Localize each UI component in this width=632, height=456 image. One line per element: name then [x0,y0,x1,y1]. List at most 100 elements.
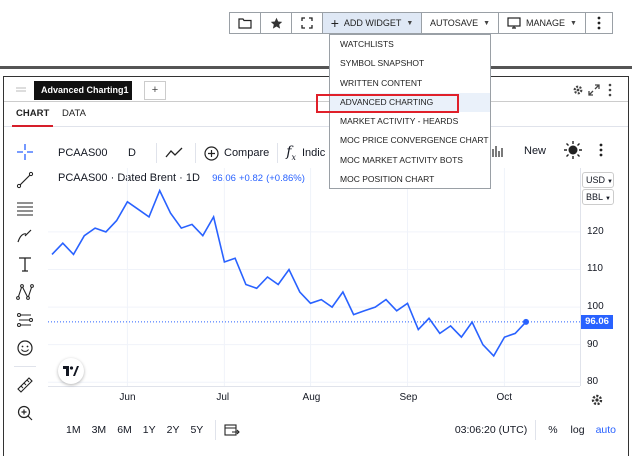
range-3m[interactable]: 3M [92,424,107,436]
plus-icon: + [330,15,339,31]
autosave-label: AUTOSAVE [429,18,479,28]
fullscreen-button[interactable] [291,12,323,34]
more-vertical-icon[interactable] [599,143,603,157]
toolbar-divider [277,143,279,163]
menu-item-written-content[interactable]: WRITTEN CONTENT [330,74,490,93]
bottom-bar: 1M 3M 6M 1Y 2Y 5Y 03:06:20 (UTC) % log a… [48,417,622,443]
menu-item-market-activity-heards[interactable]: MARKET ACTIVITY - HEARDS [330,112,490,131]
log-toggle[interactable]: log [571,424,585,436]
indicators-label: Indic [301,146,326,159]
top-toolbar: + ADD WIDGET ▼ AUTOSAVE ▼ MANAGE ▼ [229,12,613,34]
brush-tool[interactable] [10,222,40,250]
tab-chart[interactable]: CHART [12,103,54,127]
trendline-tool[interactable] [10,166,40,194]
add-widget-button[interactable]: + ADD WIDGET ▼ [322,12,422,34]
plus-circle-icon [204,145,219,161]
drag-handle-icon[interactable] [16,87,26,93]
caret-down-icon: ▼ [483,19,491,27]
toolbar-divider [14,366,36,367]
widget-tab[interactable]: Advanced Charting1 [34,81,132,100]
zoom-in-icon [17,405,33,421]
interval-button[interactable]: D [128,147,148,159]
menu-item-symbol-snapshot[interactable]: SYMBOL SNAPSHOT [330,54,490,73]
menu-item-label: MARKET ACTIVITY - HEARDS [340,116,459,127]
prediction-tool[interactable] [10,306,40,334]
x-tick-label: Oct [496,392,513,403]
drawing-toolbar [10,138,40,427]
manage-label: MANAGE [526,18,566,28]
x-tick-label: Sep [399,392,418,403]
indicators-button[interactable]: fx Indic [286,144,325,162]
tradingview-logo[interactable] [58,358,84,384]
caret-down-icon: ▼ [570,19,577,27]
toolbar-divider [195,143,196,163]
range-1y[interactable]: 1Y [143,424,156,436]
y-tick-label: 100 [587,301,604,313]
bar-chart-icon[interactable] [491,145,505,157]
price-axis[interactable]: 80 90 100 110 120 [580,168,625,387]
tab-data[interactable]: DATA [62,103,86,127]
time-axis[interactable]: Jun Jul Aug Sep Oct [48,386,580,410]
menu-item-advanced-charting[interactable]: ADVANCED CHARTING [316,92,490,113]
text-tool[interactable] [10,250,40,278]
range-5y[interactable]: 5Y [190,424,203,436]
menu-item-moc-price-convergence-chart[interactable]: MOC PRICE CONVERGENCE CHART [330,131,490,150]
new-button[interactable]: New [524,145,546,157]
fullscreen-icon [301,17,313,29]
y-tick-label: 110 [587,263,603,275]
function-icon: fx [286,144,296,162]
autosave-button[interactable]: AUTOSAVE ▼ [421,12,499,34]
auto-toggle[interactable]: auto [596,424,616,436]
x-tick-label: Jul [216,392,230,403]
y-tick-label: 120 [587,225,604,237]
range-1m[interactable]: 1M [66,424,81,436]
crosshair-tool[interactable] [10,138,40,166]
range-2y[interactable]: 2Y [167,424,180,436]
folder-icon [238,18,252,29]
menu-item-label: WRITTEN CONTENT [340,77,423,88]
toolbar-divider [535,420,537,440]
percent-toggle[interactable]: % [548,424,557,436]
symbol-search[interactable]: PCAAS00 [58,147,128,159]
x-tick-label: Jun [119,392,136,403]
compare-button[interactable]: Compare [204,145,270,161]
menu-item-moc-position-chart[interactable]: MOC POSITION CHART [330,170,490,189]
brush-icon [17,229,32,243]
ruler-tool[interactable] [10,371,40,399]
menu-item-label: MOC MARKET ACTIVITY BOTS [340,154,463,165]
open-folder-button[interactable] [229,12,261,34]
add-tab-button[interactable]: + [144,81,166,100]
price-series-line [51,188,527,358]
last-price-tag: 96.06 [581,314,613,329]
theme-icon[interactable] [563,140,583,160]
gear-icon[interactable] [572,84,584,96]
fib-lines-icon [17,202,33,216]
line-style-icon[interactable] [165,147,183,159]
menu-item-label: WATCHLISTS [340,39,394,49]
x-tick-label: Aug [302,392,321,403]
fib-tool[interactable] [10,194,40,222]
manage-button[interactable]: MANAGE ▼ [498,12,586,34]
ruler-icon [17,377,33,393]
toolbar-divider [156,143,157,163]
expand-icon[interactable] [588,84,600,96]
menu-item-moc-market-activity-bots[interactable]: MOC MARKET ACTIVITY BOTS [330,151,490,170]
compare-label: Compare [224,147,270,159]
favorite-button[interactable] [260,12,292,34]
price-chart[interactable] [48,168,580,386]
goto-date-icon[interactable] [224,423,241,437]
menu-item-label: MOC POSITION CHART [340,174,435,185]
clock-time[interactable]: 03:06:20 (UTC) [455,424,527,436]
more-options-button[interactable] [585,12,613,34]
caret-down-icon: ▼ [406,19,414,27]
text-icon [19,257,31,272]
emoji-tool[interactable] [10,334,40,362]
y-tick-label: 90 [587,338,599,350]
range-6m[interactable]: 6M [117,424,132,436]
highlight-box [316,93,459,113]
pattern-tool[interactable] [10,278,40,306]
menu-item-watchlists[interactable]: WATCHLISTS [330,35,490,54]
gear-icon[interactable] [590,393,604,407]
more-vertical-icon[interactable] [608,83,612,97]
zoom-tool[interactable] [10,399,40,427]
